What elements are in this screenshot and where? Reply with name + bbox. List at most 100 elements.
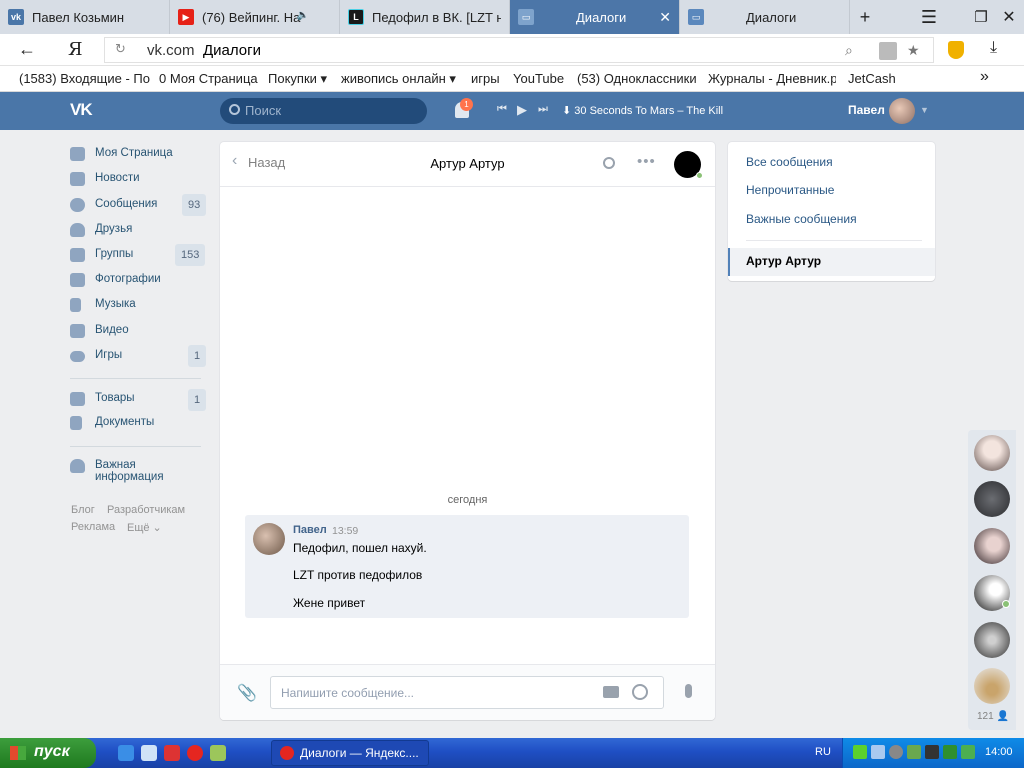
search-icon[interactable]: ⌕ (845, 42, 853, 59)
bag-icon (70, 392, 85, 406)
system-tray: 14:00 (842, 738, 1024, 768)
restore-window-button[interactable]: ❐ (966, 0, 996, 34)
avatar[interactable] (974, 622, 1010, 658)
footer-link-ads[interactable]: Реклама (71, 521, 115, 533)
search-icon[interactable] (603, 157, 615, 169)
camera-icon[interactable] (603, 686, 619, 698)
yandex-logo[interactable]: Я (68, 39, 83, 60)
avatar[interactable] (253, 523, 285, 555)
speaker-icon[interactable]: 🔈 (297, 10, 309, 21)
nav-item-music[interactable]: Музыка (70, 294, 205, 316)
avatar[interactable] (974, 481, 1010, 517)
previous-track-icon[interactable]: ⏮ (497, 103, 507, 116)
device-icon[interactable] (925, 745, 939, 759)
vk-search-input[interactable]: Поиск (220, 98, 427, 124)
menu-unread[interactable]: Непрочитанные (746, 183, 834, 197)
download-arrow-icon[interactable] (853, 745, 867, 759)
divider (746, 240, 922, 241)
language-indicator[interactable]: RU (815, 746, 831, 758)
youtube-icon: ▶ (178, 9, 194, 25)
avatar[interactable] (974, 668, 1010, 704)
message-author[interactable]: Павел (293, 524, 327, 536)
nav-item-news[interactable]: Новости (70, 168, 205, 190)
reload-icon[interactable]: ↻ (115, 41, 126, 57)
tab-title: Павел Козьмин (32, 9, 125, 25)
nav-item-photos[interactable]: Фотографии (70, 269, 205, 291)
clock[interactable]: 14:00 (985, 746, 1013, 758)
user-name[interactable]: Павел (848, 103, 885, 117)
nav-item-groups[interactable]: Группы 153 (70, 244, 206, 266)
bookmark-item[interactable]: (1583) Входящие - По (19, 71, 151, 86)
bookmark-item[interactable]: 0 Моя Страница (159, 71, 258, 86)
close-window-button[interactable]: ✕ (994, 0, 1024, 34)
nav-item-friends[interactable]: Друзья (70, 219, 205, 241)
bookmarks-overflow-button[interactable]: » (980, 68, 989, 86)
nav-item-important-info[interactable]: Важная информация (70, 455, 205, 483)
message-group[interactable]: Павел 13:59 Педофил, пошел нахуй. LZT пр… (245, 515, 689, 618)
media-icon[interactable] (164, 745, 180, 761)
avatar[interactable] (889, 98, 915, 124)
menu-icon[interactable]: ☰ (914, 0, 944, 34)
taskbar-window-button[interactable]: Диалоги — Яндекс.... (271, 740, 429, 766)
download-icon[interactable]: ⤓ (990, 39, 997, 57)
online-friends-count[interactable]: 121 👤 (977, 711, 1009, 722)
nav-item-games[interactable]: Игры 1 (70, 345, 207, 367)
more-icon[interactable]: ••• (637, 153, 656, 170)
browser-tab-3[interactable]: L Педофил в ВК. [LZT не (340, 0, 510, 34)
browser-tab-1[interactable]: vk Павел Козьмин (0, 0, 170, 34)
nav-item-market[interactable]: Товары 1 (70, 388, 207, 411)
bookmark-folder[interactable]: Покупки ▾ (268, 71, 327, 87)
start-button[interactable]: пуск (0, 738, 96, 768)
bookmark-item[interactable]: YouTube (513, 71, 564, 86)
bookmark-folder[interactable]: живопись онлайн ▾ (341, 71, 456, 87)
menu-active-dialog[interactable]: Артур Артур (728, 248, 935, 276)
extension-shield-icon[interactable] (948, 41, 964, 59)
lock-icon[interactable] (879, 42, 897, 60)
bookmark-item[interactable]: JetCash (848, 71, 896, 86)
bookmark-item[interactable]: (53) Одноклассники (577, 71, 697, 86)
app-icon[interactable] (210, 745, 226, 761)
nav-item-documents[interactable]: Документы (70, 412, 205, 434)
ie-icon[interactable] (118, 745, 134, 761)
url-field[interactable]: ↻ vk.com Диалоги ⌕ ★ (104, 37, 934, 63)
date-separator: сегодня (447, 494, 488, 506)
new-tab-button[interactable]: + (850, 0, 880, 34)
play-icon[interactable]: ▶ (517, 102, 527, 118)
back-arrow-icon[interactable]: ← (18, 39, 36, 60)
footer-link-developers[interactable]: Разработчикам (107, 504, 185, 516)
footer-link-more[interactable]: Ещё ⌄ (127, 521, 162, 534)
browser-tab-5[interactable]: ▭ Диалоги (680, 0, 850, 34)
nav-item-my-page[interactable]: Моя Страница (70, 143, 205, 165)
network-icon[interactable] (871, 745, 885, 759)
yandex-browser-icon[interactable] (187, 745, 203, 761)
nav-item-messages[interactable]: Сообщения 93 (70, 194, 207, 216)
paperclip-icon[interactable]: 📎 (237, 683, 257, 703)
menu-important[interactable]: Важные сообщения (746, 212, 857, 226)
footer-link-blog[interactable]: Блог (71, 504, 95, 516)
vk-logo[interactable]: VK (70, 100, 102, 120)
monitor-icon[interactable] (907, 745, 921, 759)
menu-all-messages[interactable]: Все сообщения (746, 155, 833, 169)
message-time[interactable]: 13:59 (332, 525, 358, 537)
next-track-icon[interactable]: ⏭ (538, 103, 548, 116)
browser-tab-2[interactable]: ▶ (76) Вейпинг. На 🔈 (170, 0, 340, 34)
star-icon[interactable]: ★ (907, 42, 920, 59)
bookmark-item[interactable]: игры (471, 71, 500, 86)
current-track[interactable]: ⬇ 30 Seconds To Mars – The Kill (562, 104, 723, 117)
chevron-down-icon[interactable]: ▼ (920, 105, 929, 115)
emoji-icon[interactable] (632, 684, 648, 700)
desktop-icon[interactable] (141, 745, 157, 761)
settings-icon[interactable] (889, 745, 903, 759)
browser-tab-4-active[interactable]: ▭ Диалоги ✕ (510, 0, 680, 34)
avatar[interactable] (974, 528, 1010, 564)
friends-chat-bar: 121 👤 (968, 430, 1016, 730)
close-icon[interactable]: ✕ (659, 9, 671, 26)
nav-label: Новости (95, 172, 140, 184)
active-dialog-label: Артур Артур (746, 254, 822, 268)
update-icon[interactable] (961, 745, 975, 759)
nav-item-video[interactable]: Видео (70, 320, 205, 342)
bookmark-item[interactable]: Журналы - Дневник.р (708, 71, 836, 86)
avatar[interactable] (974, 435, 1010, 471)
shield-icon[interactable] (943, 745, 957, 759)
microphone-icon[interactable] (685, 684, 692, 698)
